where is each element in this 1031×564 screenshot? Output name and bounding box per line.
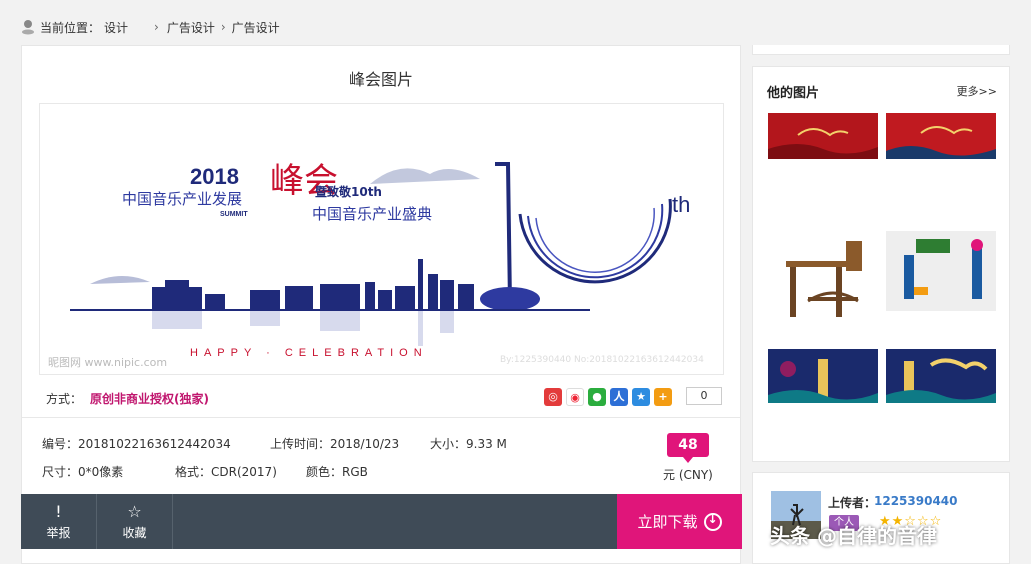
breadcrumb-label: 当前位置： [40,20,101,35]
share-wechat-icon[interactable]: ● [588,388,606,406]
favorite-label: 收藏 [122,525,147,540]
banner-right-title: 中国音乐产业盛典 [312,205,432,223]
price-unit: 元 (CNY) [663,468,713,482]
thumb-red-banner-2[interactable] [886,113,996,159]
banner-summit-text: SUMMIT [220,211,248,218]
banner-tribute-text: 暨致敬10th [315,184,382,199]
more-link[interactable]: 更多>> [957,83,997,99]
banner-happy-text: HAPPY · CELEBRATION [190,347,428,359]
chevron-right-icon: › [154,20,159,34]
uploader-name[interactable]: 1225390440 [874,494,958,508]
meta-size: 大小：9.33 M [430,437,507,451]
related-images-panel: 他的图片 更多>> [752,66,1010,462]
thumb-image [886,113,996,159]
uploader-label: 上传者： [828,496,877,510]
license-row: 方式： 原创非商业授权(独家) ◎ ◉ ● 人 ★ + 0 [22,382,740,418]
thumb-image [886,231,996,311]
thumb-signage[interactable] [886,231,996,311]
share-renren-icon[interactable]: 人 [610,388,628,406]
price-badge: 48 [667,433,709,463]
banner-id-watermark: By:1225390440 No:20181022163612442034 [500,355,704,365]
breadcrumb-item-design[interactable]: 设计 [104,19,128,36]
exclamation-icon: ! [55,501,62,521]
sidebar-top-box [752,45,1010,55]
nipic-watermark: 昵图网 www.nipic.com [48,356,167,369]
license-value[interactable]: 原创非商业授权(独家) [90,390,209,407]
share-icons: ◎ ◉ ● 人 ★ + [544,388,672,406]
summit-banner-graphic: th 2018 中国音乐产业发展 峰会 SUMMIT 暨致敬10th 中国音乐产… [40,104,723,374]
download-button[interactable]: 立即下载 [617,494,742,549]
thumb-image [886,349,996,403]
thumb-image [768,113,878,159]
thumb-blue-poster-2[interactable] [886,349,996,403]
image-detail-card: 峰会图片 th 2018 中国音乐产业发展 峰会 SUMMIT 暨致敬10th … [21,45,742,564]
share-more-icon[interactable]: + [654,388,672,406]
meta-color: 颜色：RGB [306,465,368,479]
page-title: 峰会图片 [348,70,413,89]
star-outline-icon: ☆ [127,501,142,521]
breadcrumb-item-ad-design-current[interactable]: 广告设计 [232,19,280,36]
thumb-red-banner-1[interactable] [768,113,878,159]
toutiao-watermark: 头条 @自律的音律 [770,524,937,548]
meta-number: 编号：20181022163612442034 [42,437,231,451]
banner-year-text: 2018 [190,164,239,189]
meta-dimension: 尺寸：0*0像素 [42,465,124,479]
thumb-wooden-gate[interactable] [768,227,878,337]
thumb-image [768,349,878,403]
download-arrow-icon [703,512,722,531]
meta-upload-time: 上传时间：2018/10/23 [270,437,400,451]
action-bar: ! 举报 ☆ 收藏 [21,494,617,549]
banner-left-title: 中国音乐产业发展 [122,190,242,208]
share-weibo-icon[interactable]: ◉ [566,388,584,406]
license-label: 方式： [46,392,83,406]
report-label: 举报 [46,525,71,540]
chevron-right-icon: › [220,20,226,34]
related-title: 他的图片 [767,86,820,101]
share-count: 0 [686,387,722,405]
preview-image[interactable]: th 2018 中国音乐产业发展 峰会 SUMMIT 暨致敬10th 中国音乐产… [39,103,724,375]
report-button[interactable]: ! 举报 [21,494,97,549]
favorite-button[interactable]: ☆ 收藏 [97,494,173,549]
thumb-image [786,241,862,317]
banner-th-text: th [672,192,690,217]
uploader-panel: 上传者： 1225390440 个人 ★★☆☆☆ [752,472,1010,564]
meta-format: 格式：CDR(2017) [175,465,277,479]
location-pin-icon [22,20,34,35]
thumb-blue-poster-1[interactable] [768,349,878,403]
share-weibo-tencent-icon[interactable]: ◎ [544,388,562,406]
download-label: 立即下载 [637,513,698,531]
share-qzone-icon[interactable]: ★ [632,388,650,406]
breadcrumb-item-ad-design[interactable]: 广告设计 [167,19,215,36]
breadcrumb: 当前位置： 设计 › 广告设计 › 广告设计 [20,18,280,36]
